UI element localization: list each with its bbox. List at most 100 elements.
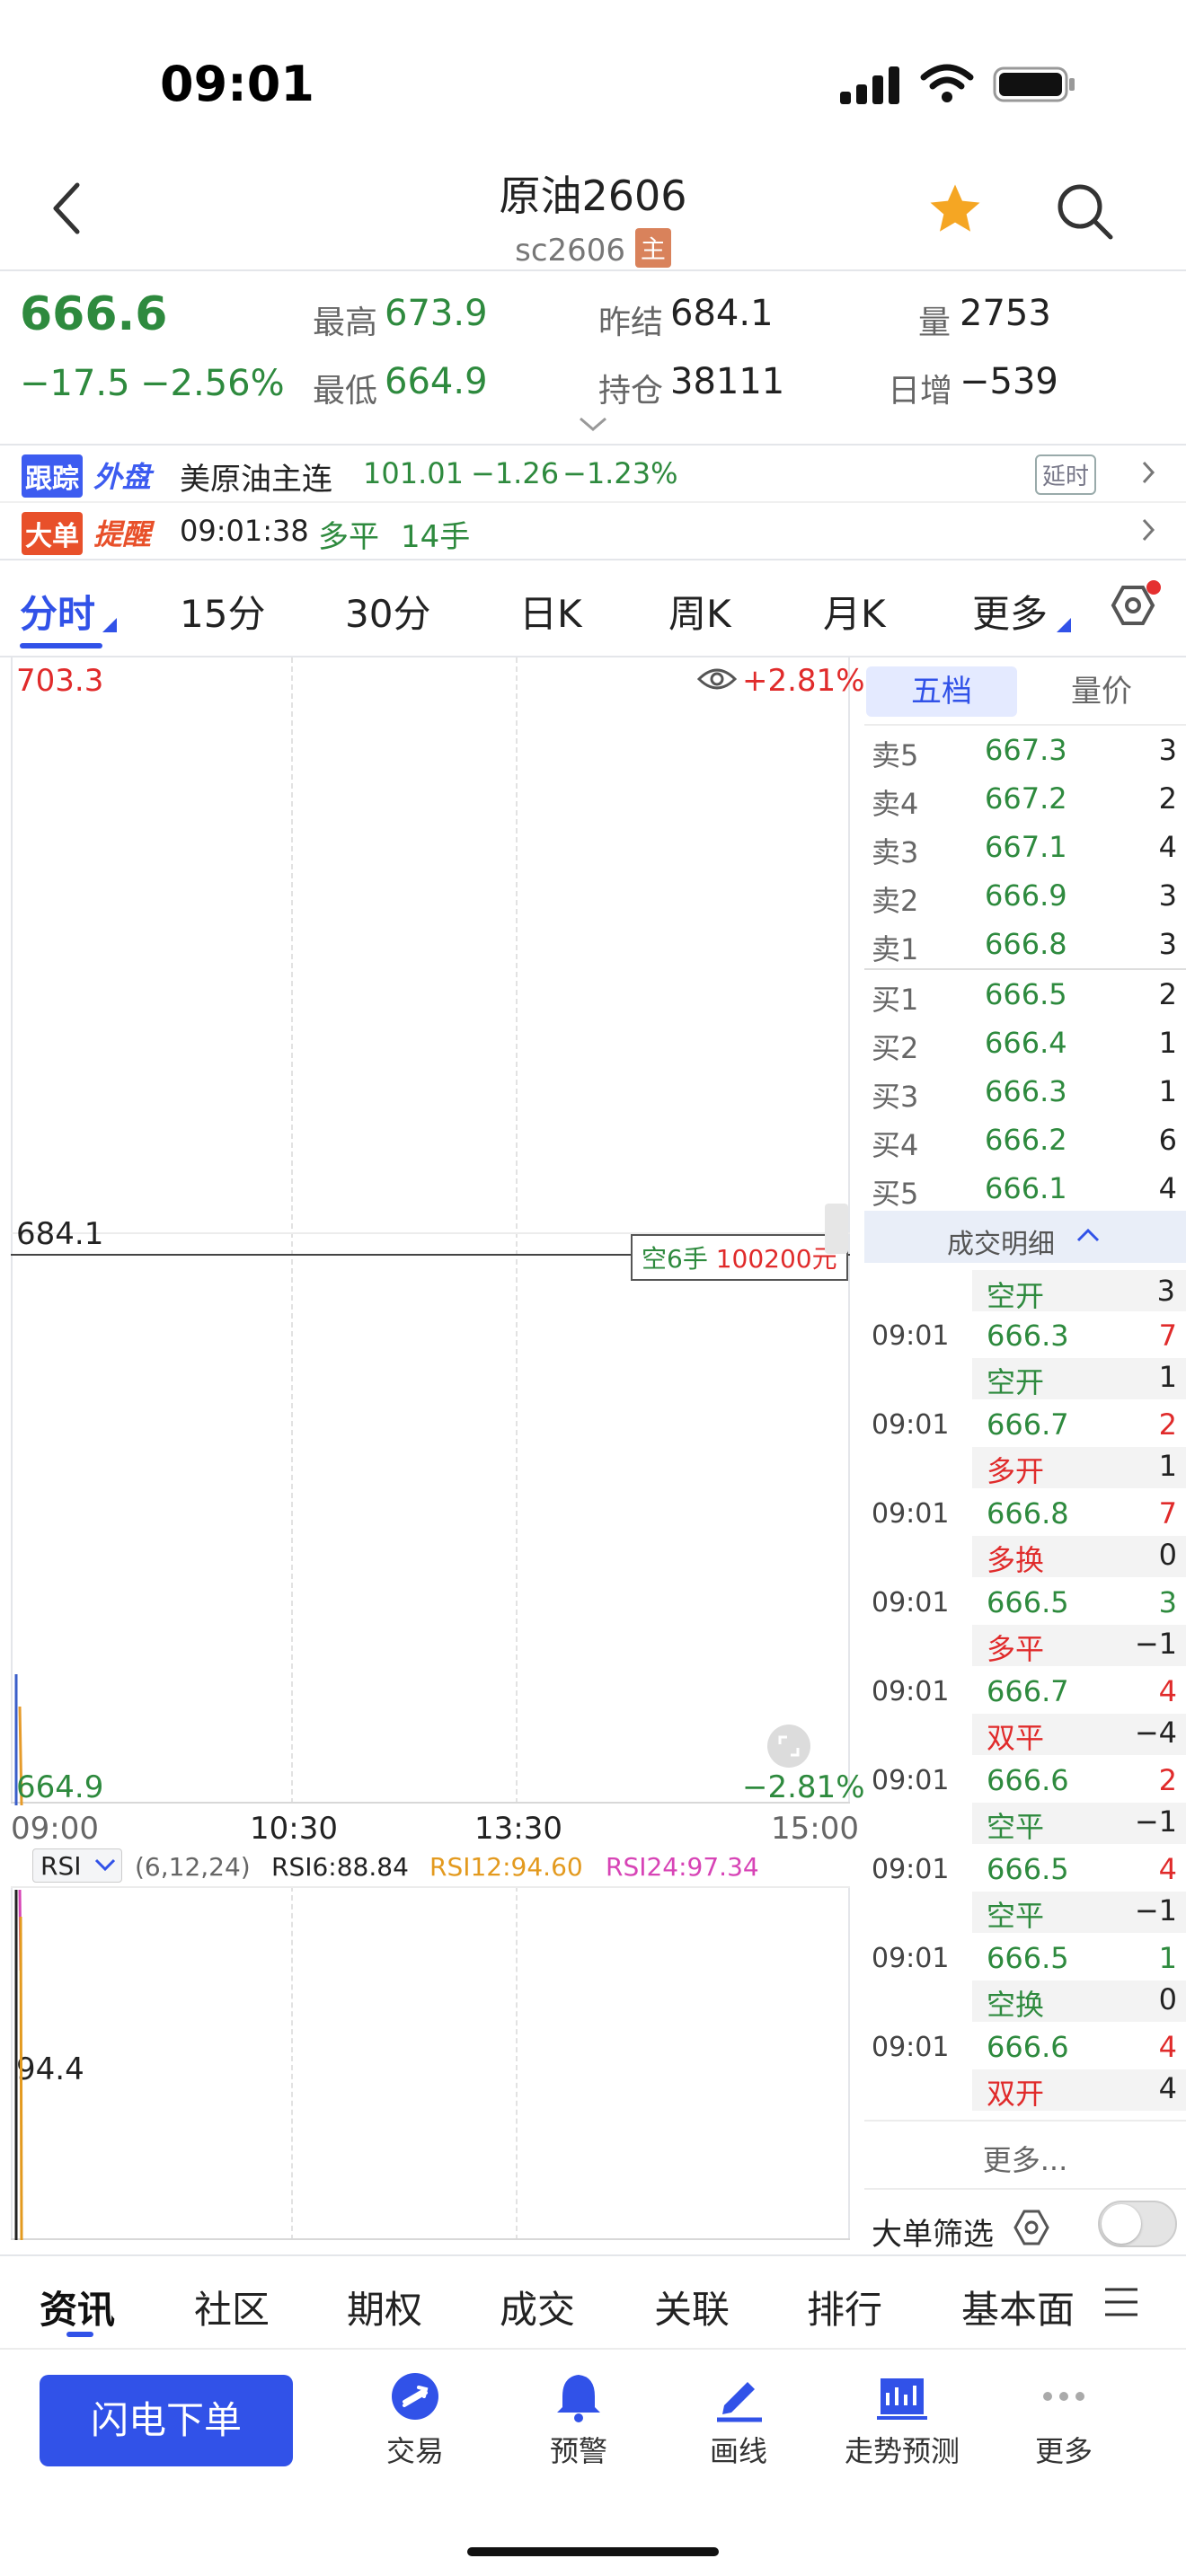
trade-first-row: 空开 3 [864, 1268, 1186, 1313]
trade-time: 09:01 [872, 1409, 950, 1441]
bid-row[interactable]: 买4 666.2 6 [864, 1116, 1186, 1164]
action-trade-label: 交易 [385, 2434, 444, 2468]
tab-ranking[interactable]: 排行 [807, 2280, 882, 2334]
action-draw[interactable]: 画线 [685, 2369, 792, 2477]
menu-icon[interactable] [1103, 2287, 1139, 2317]
trade-type: 多换 [987, 1543, 1045, 1577]
search-icon[interactable] [1055, 181, 1114, 241]
tab-options[interactable]: 期权 [347, 2280, 422, 2334]
action-forecast[interactable]: 走势预测 [830, 2369, 974, 2477]
marker-handle-icon[interactable] [825, 1204, 848, 1254]
trade-price: 666.7 [987, 1674, 1069, 1708]
flash-order-button[interactable]: 闪电下单 [40, 2375, 293, 2466]
ask-price: 667.2 [985, 781, 1067, 816]
foreign-badge: 外盘 [93, 460, 152, 494]
action-alert-label: 预警 [549, 2434, 607, 2468]
trade-oi-change: −1 [1134, 1627, 1177, 1661]
tab-monthly[interactable]: 月K [823, 584, 886, 639]
tab-15min[interactable]: 15分 [180, 584, 265, 639]
eye-icon[interactable] [697, 666, 737, 692]
main-badge: 主 [634, 228, 671, 268]
bid-row[interactable]: 买5 666.1 4 [864, 1164, 1186, 1213]
tab-trades[interactable]: 成交 [500, 2280, 575, 2334]
ask-row[interactable]: 卖2 666.9 3 [864, 871, 1186, 920]
tab-more-triangle-icon [1057, 618, 1071, 632]
daily-inc-value: −539 [960, 361, 1058, 402]
trade-time: 09:01 [872, 1765, 950, 1796]
trade-oi-change: 0 [1158, 1982, 1177, 2016]
trade-row: 09:01 666.7 4 双平 −4 [864, 1669, 1186, 1758]
pen-line-icon [717, 2382, 762, 2422]
filter-settings-icon[interactable] [1012, 2208, 1051, 2247]
expand-chevron-icon[interactable] [579, 417, 607, 433]
big-order-row[interactable]: 大单 提醒 09:01:38 多平 14手 [0, 503, 1186, 559]
contract-code-text: sc2606 [515, 233, 626, 269]
action-more[interactable]: 更多 [1010, 2369, 1118, 2477]
ask-row[interactable]: 卖1 666.8 3 [864, 920, 1186, 968]
trade-volume: 7 [1158, 1496, 1177, 1531]
rsi12-value: RSI12:94.60 [429, 1852, 583, 1882]
ask-level-label: 卖4 [872, 787, 919, 821]
settings-hex-icon[interactable] [1102, 580, 1164, 643]
ask-level-label: 卖2 [872, 884, 919, 918]
trade-volume: 2 [1158, 1407, 1177, 1442]
action-alert[interactable]: 预警 [525, 2369, 633, 2477]
bid-price: 666.5 [985, 977, 1067, 1011]
action-trade[interactable]: 交易 [361, 2369, 469, 2477]
trade-time: 09:01 [872, 1676, 950, 1707]
favorite-star-icon[interactable] [924, 180, 987, 239]
trade-more-link[interactable]: 更多... [864, 2138, 1186, 2179]
ask-volume: 3 [1158, 927, 1177, 961]
trade-time: 09:01 [872, 1587, 950, 1619]
chart-bottom-pct: −2.81% [742, 1769, 865, 1805]
trade-oi-change: −1 [1134, 1804, 1177, 1839]
bid-volume: 6 [1158, 1123, 1177, 1157]
trade-time: 09:01 [872, 1943, 950, 1974]
track-price: 101.01 [363, 456, 464, 490]
back-icon[interactable] [49, 180, 84, 237]
bid-level-label: 买5 [872, 1177, 919, 1211]
trade-row: 09:01 666.5 3 多平 −1 [864, 1580, 1186, 1669]
big-order-filter-toggle[interactable] [1098, 2201, 1177, 2247]
trade-time: 09:01 [872, 1320, 950, 1352]
ask-row[interactable]: 卖3 667.1 4 [864, 823, 1186, 871]
tab-daily[interactable]: 日K [519, 584, 582, 639]
tab-fundamentals[interactable]: 基本面 [961, 2280, 1078, 2334]
bid-row[interactable]: 买3 666.3 1 [864, 1067, 1186, 1116]
tab-community[interactable]: 社区 [194, 2280, 270, 2334]
bid-row[interactable]: 买1 666.5 2 [864, 970, 1186, 1019]
trade-type: 多开 [987, 1454, 1045, 1488]
track-name: 美原油主连 [180, 462, 332, 498]
trade-type: 双平 [987, 1721, 1045, 1755]
tab-weekly[interactable]: 周K [668, 584, 731, 639]
fullscreen-icon[interactable] [766, 1723, 812, 1769]
bid-level-label: 买3 [872, 1080, 919, 1114]
trade-detail-header[interactable]: 成交明细 [864, 1211, 1186, 1263]
tab-related[interactable]: 关联 [654, 2280, 730, 2334]
tab-active-underline [20, 643, 102, 648]
tab-more[interactable]: 更多 [972, 584, 1048, 639]
track-arrow-icon [1141, 460, 1155, 485]
trade-volume: 4 [1158, 2030, 1177, 2064]
trade-type: 空平 [987, 1899, 1045, 1933]
trade-row: 09:01 666.6 4 双开 4 [864, 2025, 1186, 2113]
tab-30min[interactable]: 30分 [345, 584, 430, 639]
ask-row[interactable]: 卖5 667.3 3 [864, 726, 1186, 774]
position-marker[interactable]: 空6手 100200元 [631, 1234, 848, 1281]
bid-row[interactable]: 买2 666.4 1 [864, 1019, 1186, 1067]
trade-price: 666.3 [987, 1319, 1069, 1353]
rsi-selector[interactable]: RSI [32, 1848, 122, 1883]
tab-intraday-triangle-icon [102, 618, 117, 632]
bell-icon [557, 2375, 600, 2422]
track-row[interactable]: 跟踪 外盘 美原油主连 101.01 −1.26 −1.23% 延时 [0, 446, 1186, 501]
open-interest-label: 持仓 [598, 373, 664, 410]
ask-volume: 2 [1158, 781, 1177, 816]
tab-intraday[interactable]: 分时 [20, 584, 95, 639]
track-change: −1.26 [471, 456, 560, 490]
tab-volume-price[interactable]: 量价 [1071, 666, 1132, 717]
tab-news[interactable]: 资讯 [40, 2280, 115, 2334]
big-order-type: 多平 [318, 519, 379, 555]
chart-top-pct: +2.81% [742, 663, 865, 699]
tab-five-levels[interactable]: 五档 [866, 666, 1017, 717]
ask-row[interactable]: 卖4 667.2 2 [864, 774, 1186, 823]
